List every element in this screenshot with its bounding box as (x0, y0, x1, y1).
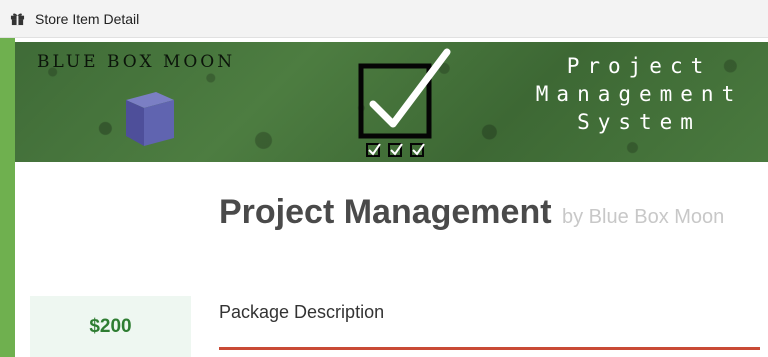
brand-text: BLUE BOX MOON (37, 52, 236, 72)
tagline-line: System (577, 110, 701, 134)
window-title: Store Item Detail (35, 10, 140, 27)
store-item-window: BLUE BOX MOON Project Management System … (15, 38, 768, 357)
item-name: Project Management (219, 193, 552, 231)
section-divider (219, 347, 760, 350)
gift-icon (9, 11, 25, 27)
item-author: by Blue Box Moon (561, 206, 725, 228)
package-description-title: Package Description (219, 302, 385, 322)
tagline-line: Management (535, 82, 743, 106)
item-heading: Project Management by Blue Box Moon (219, 188, 759, 243)
price-box: $200 (30, 296, 191, 357)
item-price: $200 (89, 315, 132, 337)
window-titlebar: Store Item Detail (0, 0, 768, 38)
blue-cube-icon (126, 92, 174, 146)
product-banner: BLUE BOX MOON Project Management System (15, 42, 768, 162)
checkmark-logo-icon (358, 48, 451, 157)
banner-tagline: Project Management System (524, 52, 754, 136)
tagline-line: Project (566, 54, 712, 78)
